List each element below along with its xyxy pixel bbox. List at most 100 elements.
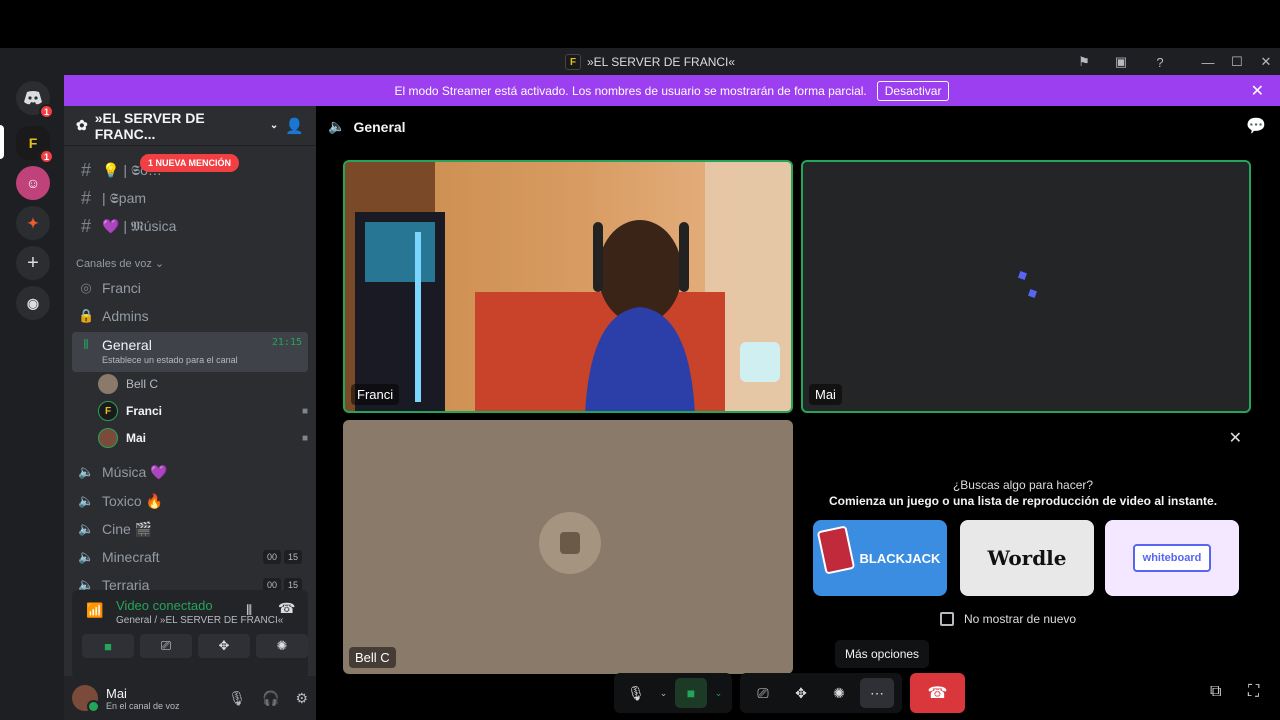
participant-name: Franci [351,384,400,405]
chevron-down-icon[interactable]: ⌄ [711,678,726,708]
new-mention-pill[interactable]: 1 NUEVA MENCIÓN [140,154,240,172]
camera-icon: ■ [301,405,308,417]
soundboard-button[interactable]: ✺ [822,678,856,708]
voice-user[interactable]: F Franci ■ [98,399,308,423]
activities-button[interactable]: ✥ [198,634,250,658]
avatar [539,512,601,574]
deactivate-button[interactable]: Desactivar [876,80,950,101]
gear-icon[interactable]: ⚙ [295,690,308,707]
maximize-icon[interactable]: ☐ [1227,52,1247,72]
window-title: F »EL SERVER DE FRANCI« [565,54,735,70]
channel-name: Admins [102,308,149,324]
call-timer: 21:15 [271,337,302,348]
channel-name: Cine 🎬 [102,520,153,537]
discord-home-icon[interactable]: 1 [16,81,54,119]
checkbox-label: No mostrar de nuevo [964,612,1077,626]
voice-channel-item[interactable]: 🔈 Toxico 🔥 [72,488,308,514]
help-icon[interactable]: ? [1150,52,1170,72]
voice-channel-general[interactable]: ⦀ General Establece un estado para el ca… [72,332,308,372]
minimize-icon[interactable]: — [1198,52,1218,72]
whiteboard-card[interactable]: whiteboard [1105,520,1239,596]
popout-icon[interactable]: ⧉ [1210,683,1221,701]
checkbox[interactable] [940,612,954,626]
soundboard-button[interactable]: ✺ [256,634,308,658]
disconnect-icon[interactable]: ☎ [278,600,295,617]
badge-count: 00 [262,550,281,564]
connection-status: Video conectado [116,598,213,613]
disconnect-button[interactable]: ☎ [910,673,965,713]
headphones-icon[interactable]: 🎧 [262,690,279,707]
microphone-icon[interactable]: 🎙 [228,690,246,707]
server-franci-icon[interactable]: F 1 [16,126,54,164]
user-name: Mai [106,685,127,701]
flag-icon[interactable]: ⚑ [1074,52,1094,72]
video-tile-bell-c[interactable]: Bell C [343,420,793,674]
badge-limit: 15 [283,550,302,564]
video-tile-mai[interactable]: Mai [801,160,1251,413]
streamer-banner: El modo Streamer está activado. Los nomb… [64,75,1280,106]
signal-icon[interactable]: 📶 [86,602,103,619]
banner-text: El modo Streamer está activado. Los nomb… [394,83,867,98]
add-server-icon[interactable]: + [16,246,50,280]
channel-name: Minecraft [102,549,160,565]
call-area: 🔈 General 💬 Franci Mai Bell C ✕ ¿Buscas … [316,106,1280,720]
voice-user-name: Franci [126,404,163,418]
noise-suppression-icon[interactable]: ⦀ [246,602,252,619]
stage-icon: ◎ [80,280,92,295]
voice-channel-item[interactable]: 🔈 Música 💜 [72,459,308,485]
card-icon [816,525,856,575]
explore-icon[interactable]: ◉ [16,286,50,320]
voice-channel-item[interactable]: 🔈 Minecraft 00 15 [72,544,308,570]
avatar[interactable] [72,685,100,713]
user-panel: Mai En el canal de voz 🎙 🎧 ⚙ [64,676,316,720]
banner-close-icon[interactable]: ✕ [1251,81,1264,101]
channel-name: Toxico 🔥 [102,492,164,509]
voice-channel-item[interactable]: 🔈 Cine 🎬 [72,516,308,542]
connection-location[interactable]: General / »EL SERVER DE FRANCI« [116,615,283,626]
dont-show-again[interactable]: No mostrar de nuevo [940,612,1076,626]
voice-category-label: Canales de voz [76,258,152,270]
blackjack-card[interactable]: BLACKJACK [813,520,947,596]
screen-share-button[interactable]: ⎚ [746,678,780,708]
voice-category[interactable]: Canales de voz ⌄ [76,257,164,270]
invite-icon[interactable]: 👤 [285,117,304,135]
voice-activity-icon: ⦀ [83,337,89,352]
fullscreen-icon[interactable]: ⛶ [1248,683,1259,701]
speaker-icon: 🔈 [328,118,346,134]
more-options-tooltip: Más opciones [835,640,930,668]
card-title: whiteboard [1132,544,1212,572]
voice-user-name: Bell C [126,377,159,391]
channel-status[interactable]: Establece un estado para el canal [102,355,238,365]
more-options-button[interactable]: ⋯ [860,678,894,708]
microphone-button[interactable]: 🎙 [620,678,652,708]
activities-button[interactable]: ✥ [784,678,818,708]
window-title-text: »EL SERVER DE FRANCI« [587,55,736,69]
close-icon[interactable]: ✕ [1229,428,1242,448]
server-fox-icon[interactable]: ✦ [16,206,50,240]
voice-channel-franci[interactable]: ◎ Franci [72,275,308,301]
inbox-icon[interactable]: ▣ [1111,52,1131,72]
card-title: BLACKJACK [859,550,941,566]
server-header[interactable]: ✿ »EL SERVER DE FRANC... ⌄ 👤 [64,106,316,146]
channel-item[interactable]: # | 𝕾pam [72,185,308,211]
voice-user[interactable]: Mai ■ [98,426,308,450]
video-tile-franci[interactable]: Franci [343,160,793,413]
participant-name: Bell C [349,647,396,668]
speaker-icon: 🔈 [78,493,95,508]
audio-video-controls: 🎙 ⌄ ■ ⌄ [614,673,732,713]
server-avatar-icon[interactable]: ☺ [16,166,50,200]
camera-toggle-button[interactable]: ■ [82,634,134,658]
screen-share-button[interactable]: ⎚ [140,634,192,658]
wordle-card[interactable]: Wordle [960,520,1094,596]
camera-button[interactable]: ■ [675,678,707,708]
chevron-down-icon[interactable]: ⌄ [656,678,671,708]
channel-item[interactable]: # 💜 | 𝕸úsica [72,213,308,239]
call-channel-name: General [353,118,406,135]
voice-channel-admins[interactable]: 🔒 Admins [72,303,308,329]
channel-name: | 𝕾pam [102,189,147,206]
close-icon[interactable]: ✕ [1256,52,1276,72]
voice-connection-panel: 📶 Video conectado General / »EL SERVER D… [72,590,308,678]
voice-user[interactable]: Bell C [98,372,308,396]
chat-icon[interactable]: 💬 [1246,116,1266,136]
channel-sidebar: ✿ »EL SERVER DE FRANC... ⌄ 👤 # 💡 | 𝕾o… 1… [64,106,316,720]
